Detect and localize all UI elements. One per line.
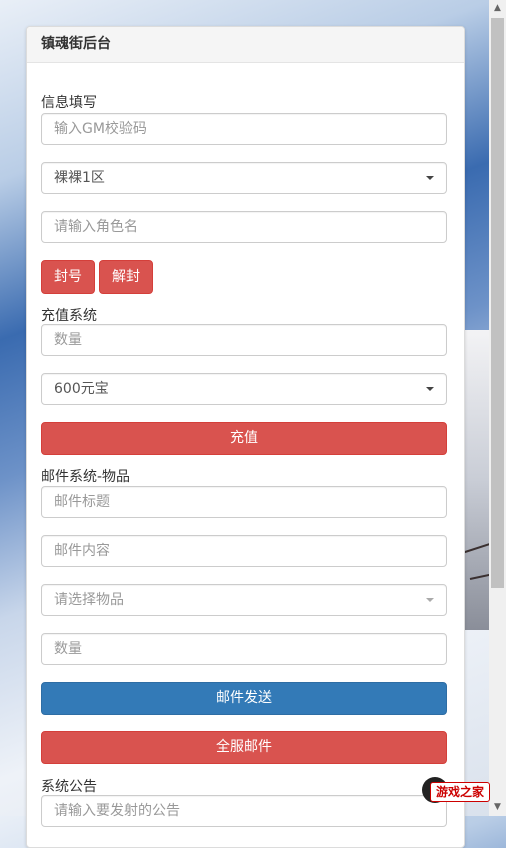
all-server-mail-button[interactable]: 全服邮件: [41, 731, 447, 764]
recharge-amount-input[interactable]: [41, 324, 447, 356]
scroll-thumb[interactable]: [491, 18, 504, 588]
announce-section-label: 系统公告: [41, 779, 97, 795]
mail-title-input[interactable]: [41, 486, 447, 518]
ban-button[interactable]: 封号: [41, 260, 95, 294]
send-mail-button[interactable]: 邮件发送: [41, 682, 447, 715]
admin-panel: 镇魂街后台 信息填写 裸裸1区 封号 解封 充值系统 600元宝 充值 邮件系统…: [26, 26, 465, 848]
watermark-logo: 游戏之家: [422, 774, 494, 806]
unban-button[interactable]: 解封: [99, 260, 153, 294]
recharge-button[interactable]: 充值: [41, 422, 447, 455]
watermark-text: 游戏之家: [430, 782, 490, 802]
info-section-label: 信息填写: [41, 95, 97, 111]
role-name-input[interactable]: [41, 211, 447, 243]
mail-quantity-input[interactable]: [41, 633, 447, 665]
mail-section-label: 邮件系统-物品: [41, 469, 131, 485]
package-select[interactable]: 600元宝: [41, 373, 447, 405]
item-select-placeholder: 请选择物品: [54, 592, 124, 608]
item-select[interactable]: 请选择物品: [41, 584, 447, 616]
server-select[interactable]: 裸裸1区: [41, 162, 447, 194]
chevron-down-icon: [426, 387, 434, 391]
server-select-value: 裸裸1区: [54, 170, 105, 186]
chevron-down-icon: [426, 598, 434, 602]
scroll-up-icon[interactable]: ▲: [489, 0, 506, 17]
package-select-value: 600元宝: [54, 381, 109, 397]
panel-title: 镇魂街后台: [27, 27, 464, 63]
mail-content-input[interactable]: [41, 535, 447, 567]
gm-code-input[interactable]: [41, 113, 447, 145]
vertical-scrollbar[interactable]: ▲ ▼: [489, 0, 506, 816]
recharge-section-label: 充值系统: [41, 308, 97, 324]
chevron-down-icon: [426, 176, 434, 180]
announcement-input[interactable]: [41, 795, 447, 827]
